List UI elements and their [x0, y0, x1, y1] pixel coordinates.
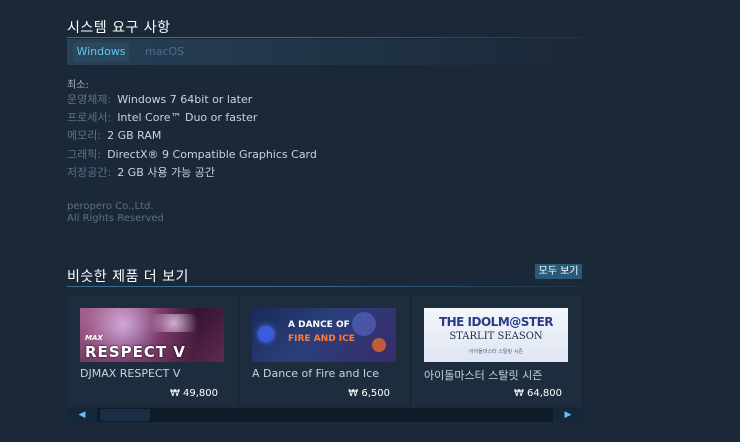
sysreq-title-rule	[67, 37, 583, 38]
adofai-logo-line1: A DANCE OF	[288, 320, 350, 330]
tab-macos[interactable]: macOS	[145, 42, 184, 62]
item-name: 아이돌마스터 스탈릿 시즌	[424, 369, 543, 382]
req-value: 2 GB 사용 가능 공간	[117, 166, 215, 179]
req-key: 프로세서:	[67, 111, 112, 124]
adofai-logo-line2: FIRE AND ICE	[288, 334, 355, 344]
req-key: 메모리:	[67, 129, 102, 142]
idolmaster-small-title: 아이돌마스터 스탈릿 시즌	[469, 349, 523, 355]
capsule-image-adofai: A DANCE OF FIRE AND ICE	[252, 308, 396, 362]
item-name: DJMAX RESPECT V	[80, 367, 181, 380]
req-key: 그래픽:	[67, 148, 102, 161]
item-price: ₩ 6,500	[348, 388, 390, 399]
minimum-label: 최소:	[67, 80, 89, 91]
legal-line-rights: All Rights Reserved	[67, 213, 164, 224]
item-name: A Dance of Fire and Ice	[252, 367, 379, 380]
idolmaster-subtitle: STARLIT SEASON	[449, 331, 543, 342]
idolmaster-logo: THE IDOLM@STER	[438, 315, 554, 329]
req-value: Intel Core™ Duo or faster	[117, 111, 258, 124]
djmax-logo-small: MAX	[85, 334, 103, 342]
similar-item-djmax[interactable]: MAX RESPECT V DJMAX RESPECT V ₩ 49,800	[67, 295, 238, 406]
req-value: DirectX® 9 Compatible Graphics Card	[107, 148, 317, 161]
req-key: 운영체제:	[67, 93, 112, 106]
legal-notice: peropero Co.,Ltd. All Rights Reserved	[67, 201, 164, 225]
similar-item-idolmaster[interactable]: THE IDOLM@STER STARLIT SEASON 아이돌마스터 스탈릿…	[411, 295, 582, 406]
see-all-button[interactable]: 모두 보기	[535, 264, 582, 279]
req-key: 저장공간:	[67, 166, 112, 179]
os-tab-bar: Windows macOS	[67, 39, 583, 65]
legal-line-company: peropero Co.,Ltd.	[67, 201, 154, 212]
capsule-image-idolmaster: THE IDOLM@STER STARLIT SEASON 아이돌마스터 스탈릿…	[424, 308, 568, 362]
item-price: ₩ 49,800	[169, 388, 218, 399]
similar-item-adofai[interactable]: A DANCE OF FIRE AND ICE A Dance of Fire …	[239, 295, 410, 406]
similar-title: 비슷한 제품 더 보기	[67, 269, 189, 285]
scroll-left-arrow-icon[interactable]: ◀	[67, 408, 97, 422]
req-row-graphics: 그래픽: DirectX® 9 Compatible Graphics Card	[67, 148, 317, 162]
similar-carousel: MAX RESPECT V DJMAX RESPECT V ₩ 49,800 A…	[67, 295, 583, 406]
req-row-os: 운영체제: Windows 7 64bit or later	[67, 93, 252, 107]
item-price: ₩ 64,800	[513, 388, 562, 399]
scrollbar-thumb[interactable]	[100, 409, 150, 421]
req-row-processor: 프로세서: Intel Core™ Duo or faster	[67, 111, 257, 125]
djmax-logo: RESPECT V	[85, 343, 186, 361]
sysreq-title: 시스템 요구 사항	[67, 20, 171, 36]
req-value: 2 GB RAM	[107, 129, 162, 142]
req-row-storage: 저장공간: 2 GB 사용 가능 공간	[67, 166, 215, 180]
carousel-scrollbar[interactable]: ◀ ▶	[67, 408, 583, 422]
similar-title-rule	[67, 286, 583, 287]
scroll-right-arrow-icon[interactable]: ▶	[553, 408, 583, 422]
req-value: Windows 7 64bit or later	[117, 93, 253, 106]
tab-windows[interactable]: Windows	[73, 42, 129, 62]
req-row-memory: 메모리: 2 GB RAM	[67, 129, 161, 143]
capsule-image-djmax: MAX RESPECT V	[80, 308, 224, 362]
